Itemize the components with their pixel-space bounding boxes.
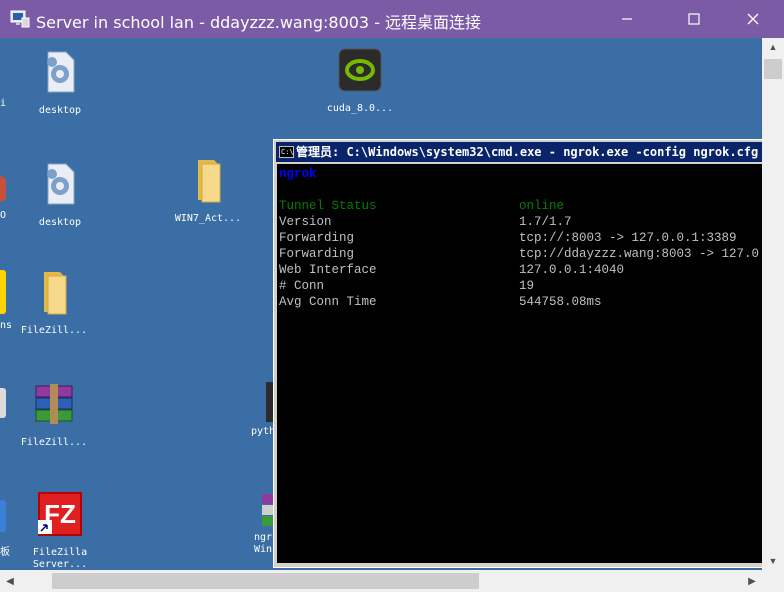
window-title: Server in school lan - ddayzzz.wang:8003… [36, 13, 482, 32]
remote-desktop-icon [10, 10, 30, 28]
desktop-icon-filezilla-folder[interactable]: FileZill... [14, 268, 94, 337]
desktop-icon-desktop-2[interactable]: desktop [20, 160, 100, 229]
console-label-avg-conn-time: Avg Conn Time [279, 295, 377, 309]
scroll-up-arrow-icon[interactable]: ▲ [762, 38, 784, 56]
console-label-conn: # Conn [279, 279, 325, 293]
desktop-icon-filezilla-server[interactable]: FZ FileZilla Server... [20, 490, 100, 570]
desktop-icon-cuda[interactable]: cuda_8.0... [320, 46, 400, 115]
icon-label: WIN7_Act... [174, 213, 242, 224]
scroll-left-arrow-icon[interactable]: ◀ [0, 570, 20, 592]
icon-label: cuda_8.0... [326, 103, 394, 114]
vertical-scroll-thumb[interactable] [764, 59, 782, 79]
console-label-forwarding: Forwarding [279, 231, 355, 245]
console-header: ngrok [279, 167, 317, 181]
remote-desktop[interactable]: i O ns 板 desktop cuda_8.0... desktop WIN… [0, 38, 762, 570]
horizontal-scrollbar[interactable]: ◀ ▶ [0, 570, 762, 592]
icon-label: desktop [38, 217, 82, 228]
console-value-web-interface: 127.0.0.1:4040 [519, 263, 625, 277]
clipped-icon [0, 388, 6, 418]
icon-label: FileZill... [20, 437, 88, 448]
maximize-icon [688, 13, 700, 25]
scroll-down-arrow-icon[interactable]: ▼ [762, 552, 784, 570]
scrollbar-corner [762, 570, 784, 592]
vertical-scrollbar[interactable]: ▲ ▼ [762, 38, 784, 570]
clipped-icon [0, 176, 6, 202]
gear-document-icon [47, 51, 75, 93]
console-label-version: Version [279, 215, 332, 229]
minimize-button[interactable] [604, 0, 650, 38]
title-bar[interactable]: Server in school lan - ddayzzz.wang:8003… [0, 0, 784, 38]
nvidia-icon [338, 48, 382, 92]
gear-document-icon [47, 163, 75, 205]
console-value-conn: 19 [519, 279, 535, 293]
edge-fragment: i [0, 98, 7, 109]
cmd-window[interactable]: C:\ 管理员: C:\Windows\system32\cmd.exe - n… [273, 139, 762, 568]
maximize-button[interactable] [671, 0, 717, 38]
folder-icon [44, 272, 67, 315]
desktop-icon-win7-act[interactable]: WIN7_Act... [168, 156, 248, 225]
desktop-icon-desktop[interactable]: desktop [20, 48, 100, 117]
console-value-tunnel-status: online [519, 199, 565, 213]
edge-fragment: 板 [0, 547, 10, 558]
console-value-avg-conn-time: 544758.08ms [519, 295, 602, 309]
close-icon [747, 13, 759, 25]
icon-label: desktop [38, 105, 82, 116]
minimize-icon [622, 18, 632, 20]
edge-fragment: ns [0, 320, 13, 331]
filezilla-server-icon: FZ [38, 492, 82, 536]
edge-fragment: O [0, 210, 7, 221]
console-label-web-interface: Web Interface [279, 263, 377, 277]
clipped-icon [0, 270, 6, 314]
close-button[interactable] [730, 0, 776, 38]
cmd-title: 管理员: C:\Windows\system32\cmd.exe - ngrok… [296, 145, 759, 159]
icon-label: FileZilla Server... [32, 547, 88, 570]
desktop-icon-filezilla-archive[interactable]: FileZill... [14, 380, 94, 449]
icon-label: FileZill... [20, 325, 88, 336]
folder-icon [198, 160, 221, 203]
winrar-archive-icon [35, 384, 73, 424]
console-label-tunnel-status: Tunnel Status [279, 199, 377, 213]
clipped-icon [0, 500, 6, 532]
console-value-version: 1.7/1.7 [519, 215, 572, 229]
scroll-right-arrow-icon[interactable]: ▶ [742, 570, 762, 592]
console-label-forwarding: Forwarding [279, 247, 355, 261]
console-output[interactable]: ngrok Tunnel Status online Version 1.7/1… [277, 164, 762, 563]
cmd-title-bar[interactable]: C:\ 管理员: C:\Windows\system32\cmd.exe - n… [276, 142, 762, 162]
console-value-forwarding: tcp://:8003 -> 127.0.0.1:3389 [519, 231, 737, 245]
console-value-forwarding: tcp://ddayzzz.wang:8003 -> 127.0.0.1:338… [519, 247, 762, 261]
cmd-icon: C:\ [279, 146, 294, 158]
horizontal-scroll-thumb[interactable] [52, 573, 479, 589]
